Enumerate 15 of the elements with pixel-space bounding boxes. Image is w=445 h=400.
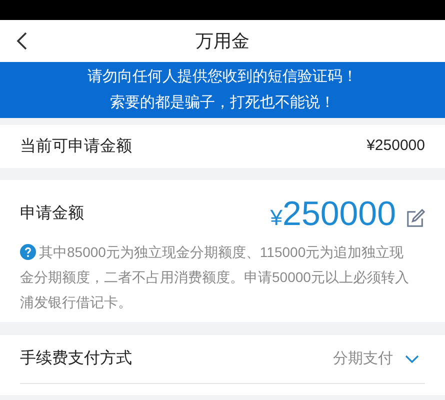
- apply-amount[interactable]: 250000: [282, 194, 396, 234]
- page-title: 万用金: [196, 30, 250, 52]
- available-label: 当前可申请金额: [20, 136, 132, 156]
- option-label: 手续费支付方式: [20, 348, 132, 369]
- warning-text: 索要的都是骗子，打死也不能说！: [110, 93, 335, 113]
- apply-label: 申请金额: [20, 204, 84, 224]
- help-icon[interactable]: [20, 244, 36, 260]
- warning-text: 请勿向任何人提供您收到的短信验证码！: [88, 67, 358, 87]
- chevron-down-icon: [405, 355, 419, 363]
- edit-icon[interactable]: [406, 209, 425, 228]
- back-icon[interactable]: [16, 31, 28, 51]
- amount-note: 其中85000元为独立现金分期额度、115000元为追加独立现金分期额度，二者不占用消费额度。申请50000元以上必须转入浦发银行借记卡。: [20, 243, 410, 312]
- currency-symbol: ¥: [270, 204, 283, 232]
- payment-method-dropdown[interactable]: 分期支付: [333, 348, 425, 370]
- available-amount: ¥250000: [366, 136, 425, 156]
